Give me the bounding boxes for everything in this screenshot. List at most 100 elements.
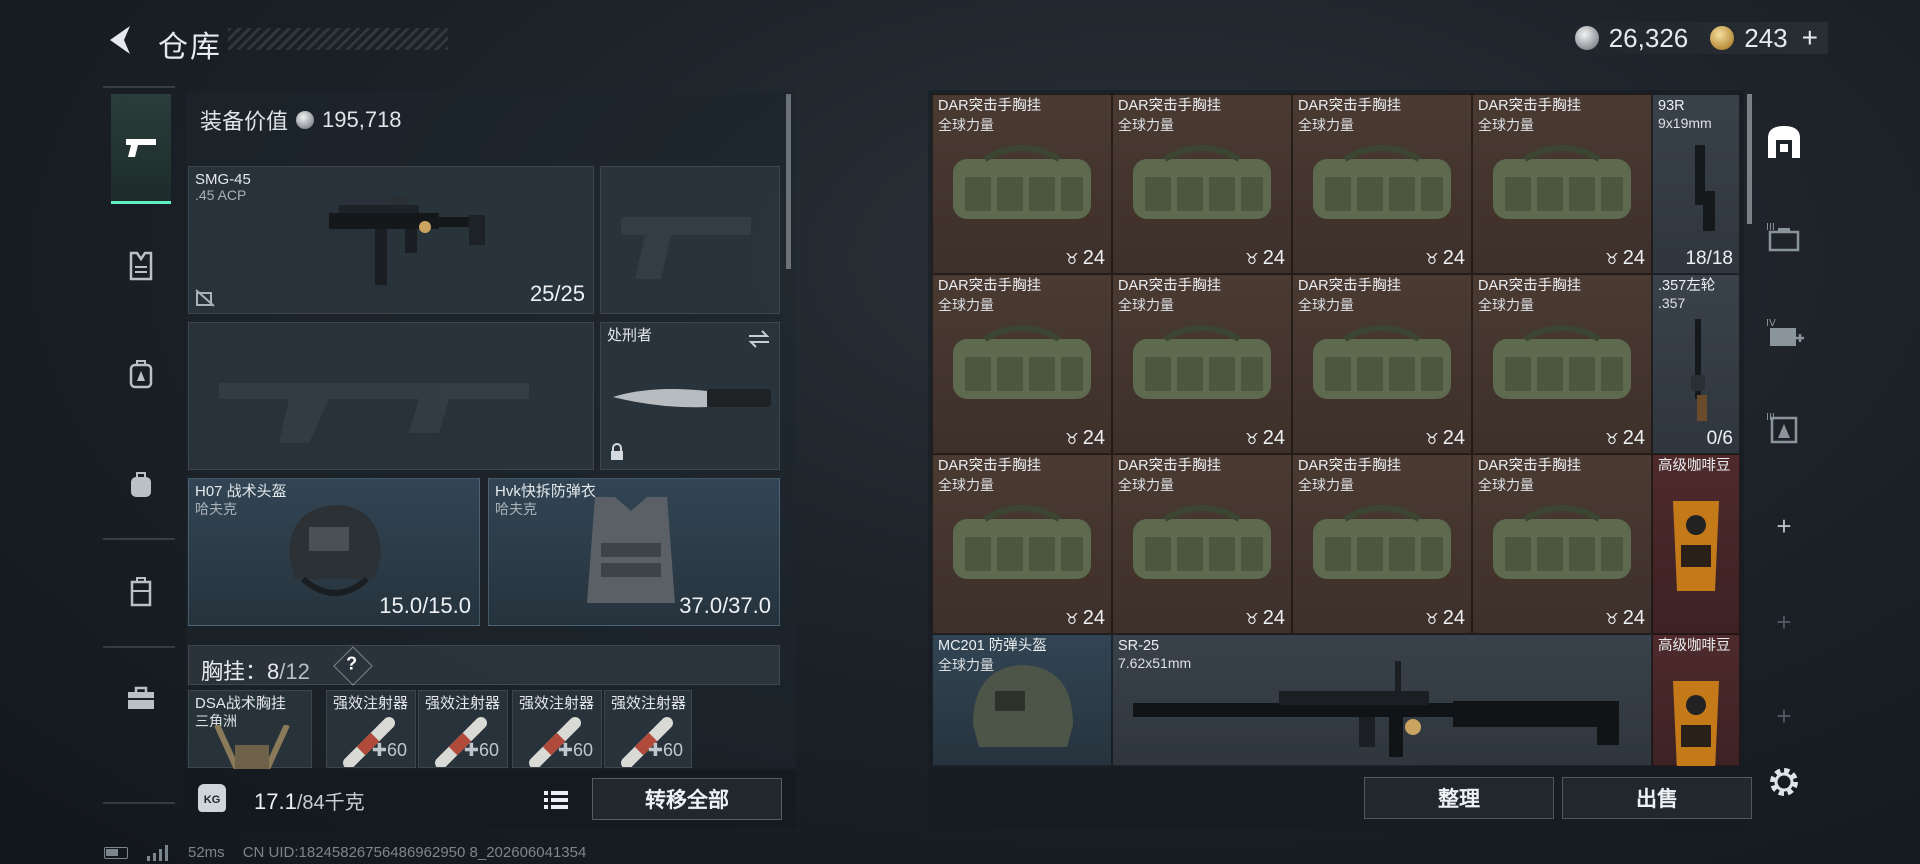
sell-button[interactable]: 出售 [1562, 777, 1752, 819]
injector-name: 强效注射器 [425, 695, 501, 712]
swap-icon[interactable] [747, 329, 771, 349]
transfer-all-button[interactable]: 转移全部 [592, 778, 782, 820]
duffel-bag-icon [953, 505, 1091, 579]
signal-icon [147, 844, 168, 861]
item-name: DAR突击手胸挂 [1298, 458, 1402, 474]
lock-icon [611, 443, 623, 460]
secondary-weapon-slot[interactable] [600, 166, 780, 314]
item-name: DAR突击手胸挂 [938, 278, 1042, 294]
nav-armor-tab[interactable] [113, 238, 169, 294]
item-name: DAR突击手胸挂 [1478, 278, 1582, 294]
vest-icon: ♉ [1245, 430, 1259, 448]
stash-item-chest-rig[interactable]: DAR突击手胸挂 全球力量 ♉ 24 [1472, 94, 1652, 274]
stash-item-chest-rig[interactable]: DAR突击手胸挂 全球力量 ♉ 24 [1472, 454, 1652, 634]
body-armor-icon [587, 497, 675, 603]
item-capacity: ♉ 24 [1065, 247, 1105, 270]
nav-divider [103, 646, 175, 648]
stash-icon [1768, 126, 1800, 158]
list-view-icon[interactable] [542, 786, 570, 814]
empty-pistol-silhouette-icon [621, 217, 751, 279]
stash-item-chest-rig[interactable]: DAR突击手胸挂 全球力量 ♉ 24 [932, 94, 1112, 274]
vest-icon: ♉ [1425, 250, 1439, 268]
item-ammo-count: 0/6 [1707, 428, 1733, 450]
gold-amount: 243 [1744, 22, 1788, 53]
item-name: 高级咖啡豆 [1658, 458, 1731, 474]
settings-gear-icon[interactable] [1764, 762, 1804, 802]
no-attachment-icon [195, 289, 215, 307]
item-capacity: ♉ 24 [1605, 607, 1645, 630]
injector-item[interactable]: 强效注射器 ✚60 [326, 690, 416, 768]
currency-bar: 26,326 243 + [1564, 22, 1828, 54]
injector-item[interactable]: 强效注射器 ✚60 [512, 690, 602, 768]
stash-item-chest-rig[interactable]: DAR突击手胸挂 全球力量 ♉ 24 [1292, 454, 1472, 634]
primary-weapon-slot[interactable]: SMG-45 .45 ACP 25/25 [188, 166, 594, 314]
vest-icon: ♉ [1065, 430, 1079, 448]
stash-item-mc201-helmet[interactable]: MC201 防弹头盔 全球力量 [932, 634, 1112, 766]
nav-rig-tab[interactable] [113, 564, 169, 620]
nav-bag-tab[interactable] [113, 456, 169, 512]
injector-item[interactable]: 强效注射器 ✚60 [418, 690, 508, 768]
armor-slot[interactable]: Hvk快拆防弹衣 哈夫克 37.0/37.0 [488, 478, 780, 626]
injector-count-value: 60 [572, 740, 593, 760]
melee-slot[interactable]: 处刑者 [600, 322, 780, 470]
battery-icon [104, 846, 128, 859]
add-stash-tab-button-locked[interactable]: + [1770, 608, 1798, 636]
stash-item-chest-rig[interactable]: DAR突击手胸挂 全球力量 ♉ 24 [932, 274, 1112, 454]
coffee-bag-icon [1673, 501, 1719, 591]
loadout-scrollbar[interactable] [786, 94, 791, 269]
stash-item-chest-rig[interactable]: DAR突击手胸挂 全球力量 ♉ 24 [1292, 94, 1472, 274]
stash-item-coffee-beans[interactable]: 高级咖啡豆 [1652, 634, 1740, 766]
item-capacity-value: 24 [1262, 607, 1285, 629]
vest-icon: ♉ [1605, 610, 1619, 628]
stash-tab-3[interactable]: III [1762, 214, 1806, 258]
add-currency-button[interactable]: + [1802, 22, 1818, 54]
chest-rig-item[interactable]: DSA战术胸挂 三角洲 [188, 690, 312, 769]
stash-item-sr25-rifle[interactable]: SR-25 7.62x51mm [1112, 634, 1652, 766]
left-nav [103, 86, 175, 806]
stash-scrollbar[interactable] [1747, 94, 1752, 224]
svg-text:IV: IV [1766, 318, 1776, 329]
item-name: DAR突击手胸挂 [1118, 278, 1222, 294]
item-name: MC201 防弹头盔 [938, 638, 1047, 654]
injector-count: ✚60 [647, 740, 683, 760]
vest-icon: ♉ [1425, 610, 1439, 628]
stash-tab-3b[interactable]: III [1762, 404, 1806, 448]
item-capacity: ♉ 24 [1425, 247, 1465, 270]
stash-tab-main[interactable] [1762, 120, 1806, 164]
help-button[interactable]: ? [333, 646, 373, 686]
stash-item-chest-rig[interactable]: DAR突击手胸挂 全球力量 ♉ 24 [1472, 274, 1652, 454]
primary-weapon-name: SMG-45 [195, 171, 251, 188]
sort-button[interactable]: 整理 [1364, 777, 1554, 819]
nav-backpack-tab[interactable] [113, 346, 169, 402]
item-brand: 全球力量 [938, 297, 994, 313]
helmet-slot[interactable]: H07 战术头盔 哈夫克 15.0/15.0 [188, 478, 480, 626]
stash-item-chest-rig[interactable]: DAR突击手胸挂 全球力量 ♉ 24 [1112, 94, 1292, 274]
duffel-bag-icon [1133, 325, 1271, 399]
stash-item-chest-rig[interactable]: DAR突击手胸挂 全球力量 ♉ 24 [1292, 274, 1472, 454]
page-title: 仓库 [158, 31, 222, 64]
helmet-durability: 15.0/15.0 [379, 593, 471, 618]
weight-icon: KG [198, 784, 226, 812]
injector-count-value: 60 [386, 740, 407, 760]
weight-bar: KG 17.1/84千克 转移全部 [186, 770, 796, 828]
add-stash-tab-button[interactable]: + [1770, 512, 1798, 540]
duffel-bag-icon [1493, 505, 1631, 579]
injector-item[interactable]: 强效注射器 ✚60 [604, 690, 692, 768]
stash-item-pistol-93r[interactable]: 93R 9x19mm 18/18 [1652, 94, 1740, 274]
item-name: DAR突击手胸挂 [1478, 98, 1582, 114]
add-stash-tab-button-locked[interactable]: + [1770, 702, 1798, 730]
vest-icon: ♉ [1605, 430, 1619, 448]
item-capacity: ♉ 24 [1605, 247, 1645, 270]
nav-weapons-tab[interactable] [111, 94, 171, 204]
stash-tab-4[interactable]: IV [1762, 310, 1806, 354]
secondary-rifle-slot[interactable] [188, 322, 594, 470]
nav-toolbox-tab[interactable] [113, 670, 169, 726]
stash-item-chest-rig[interactable]: DAR突击手胸挂 全球力量 ♉ 24 [932, 454, 1112, 634]
stash-item-chest-rig[interactable]: DAR突击手胸挂 全球力量 ♉ 24 [1112, 454, 1292, 634]
back-arrow-icon[interactable] [100, 20, 140, 60]
stash-item-chest-rig[interactable]: DAR突击手胸挂 全球力量 ♉ 24 [1112, 274, 1292, 454]
stash-item-coffee-beans[interactable]: 高级咖啡豆 [1652, 454, 1740, 634]
stash-item-revolver[interactable]: .357左轮 .357 0/6 [1652, 274, 1740, 454]
nav-divider [103, 86, 175, 88]
vest-icon: ♉ [1065, 250, 1079, 268]
